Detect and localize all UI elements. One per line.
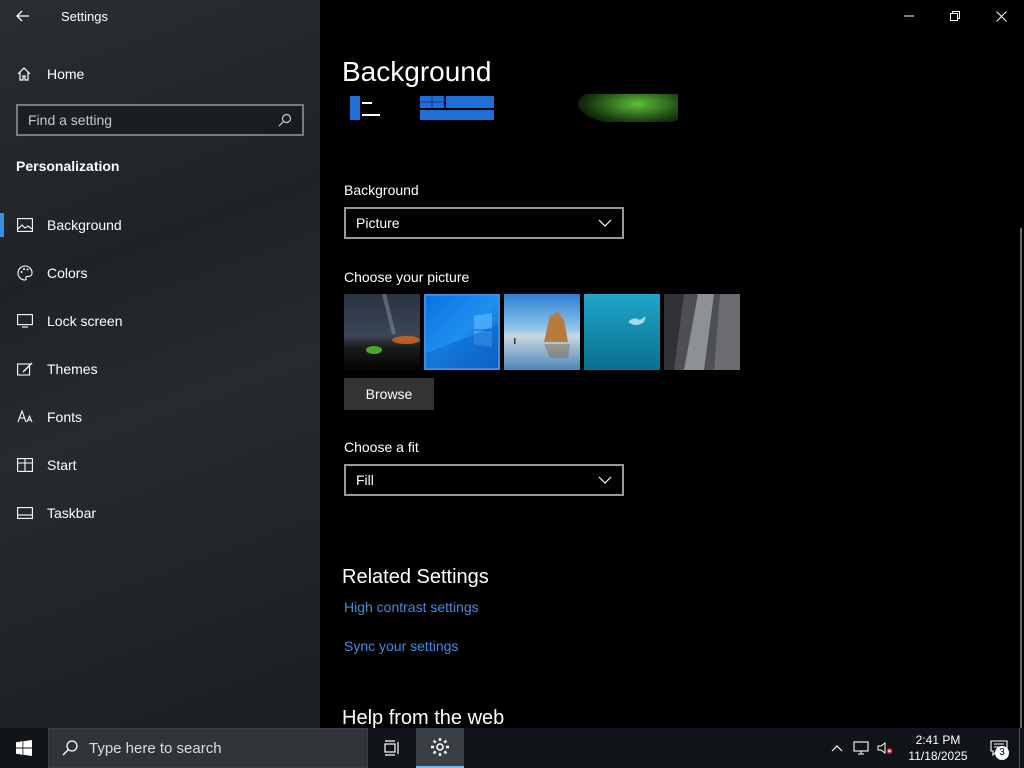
taskbar: Type here to search 2:41 PM 11/18/2025 3 [0, 728, 1024, 768]
thumbnail-rock-cliff[interactable] [664, 294, 740, 370]
minimize-button[interactable] [886, 0, 932, 32]
search-icon [62, 740, 78, 756]
window-controls [886, 0, 1024, 32]
home-nav-item[interactable]: Home [16, 60, 84, 88]
home-label: Home [47, 66, 85, 82]
home-icon [17, 67, 31, 81]
nav-item-start[interactable]: Start [0, 441, 320, 489]
palette-icon [17, 265, 33, 281]
task-view-icon [384, 740, 399, 756]
task-view-button[interactable] [368, 728, 416, 768]
fonts-icon [17, 409, 33, 425]
close-icon [995, 10, 1007, 22]
taskbar-search-box[interactable]: Type here to search [48, 728, 368, 768]
nav-label: Lock screen [47, 313, 123, 329]
background-label: Background [344, 182, 419, 198]
thumbnail-night-sky[interactable] [344, 294, 420, 370]
chevron-down-icon [598, 219, 612, 227]
notification-count-badge: 3 [995, 746, 1009, 760]
nav-label: Start [47, 457, 77, 473]
thumbnail-windows-blue[interactable] [424, 294, 500, 370]
nav-label: Background [47, 217, 122, 233]
nav-item-colors[interactable]: Colors [0, 249, 320, 297]
app-title: Settings [61, 8, 108, 24]
sync-settings-link[interactable]: Sync your settings [344, 638, 458, 654]
section-title: Personalization [16, 158, 120, 174]
network-button[interactable] [849, 728, 873, 768]
taskbar-icon [17, 505, 33, 521]
search-icon[interactable] [278, 113, 292, 127]
restore-icon [950, 11, 960, 21]
choose-picture-label: Choose your picture [344, 269, 470, 285]
thumbnail-beach-rocks[interactable] [504, 294, 580, 370]
themes-icon [17, 361, 33, 377]
system-tray: 2:41 PM 11/18/2025 3 [825, 728, 1024, 768]
background-dropdown[interactable]: Picture [344, 207, 624, 239]
nav-label: Taskbar [47, 505, 97, 521]
show-hidden-icons-button[interactable] [825, 728, 849, 768]
volume-muted-icon [877, 742, 893, 754]
nav-label: Themes [47, 361, 98, 377]
back-arrow-icon [16, 10, 29, 22]
help-from-web-title: Help from the web [342, 707, 505, 728]
minimize-icon [904, 15, 914, 17]
desktop-preview [348, 94, 678, 122]
taskbar-search-placeholder: Type here to search [89, 739, 222, 757]
windows-logo-icon [16, 740, 32, 756]
start-button[interactable] [0, 728, 48, 768]
nav-item-lock-screen[interactable]: Lock screen [0, 297, 320, 345]
title-bar: Settings [0, 0, 108, 32]
chevron-up-icon [831, 745, 843, 752]
fit-dropdown-value: Fill [356, 472, 374, 488]
nav-item-taskbar[interactable]: Taskbar [0, 489, 320, 537]
personalization-nav: Background Colors Lock screen Themes Fon… [0, 201, 320, 537]
action-center-button[interactable]: 3 [979, 728, 1019, 768]
nav-label: Fonts [47, 409, 83, 425]
choose-fit-label: Choose a fit [344, 439, 419, 455]
settings-taskbar-button[interactable] [416, 728, 464, 768]
fit-dropdown[interactable]: Fill [344, 464, 624, 496]
search-input[interactable] [28, 112, 278, 128]
thumbnail-underwater[interactable] [584, 294, 660, 370]
find-setting-search[interactable] [16, 104, 304, 136]
background-dropdown-value: Picture [356, 215, 400, 231]
clock-time: 2:41 PM [915, 733, 961, 747]
clock-date: 11/18/2025 [908, 749, 968, 763]
volume-button[interactable] [873, 728, 897, 768]
nav-label: Colors [47, 265, 88, 281]
network-icon [853, 741, 869, 755]
close-button[interactable] [978, 0, 1024, 32]
start-icon [17, 457, 33, 473]
main-content: Background Background Picture Choose you… [320, 0, 1024, 728]
page-title: Background [342, 56, 492, 87]
lock-screen-icon [17, 313, 33, 329]
back-button[interactable] [0, 0, 46, 32]
picture-thumbnails [344, 294, 740, 370]
sidebar: Settings Home Personalization Background… [0, 0, 320, 728]
related-settings-title: Related Settings [342, 566, 489, 588]
clock[interactable]: 2:41 PM 11/18/2025 [903, 732, 973, 764]
gear-icon [431, 738, 449, 756]
show-desktop-button[interactable] [1019, 728, 1024, 768]
picture-icon [17, 217, 33, 233]
nav-item-background[interactable]: Background [0, 201, 320, 249]
restore-button[interactable] [932, 0, 978, 32]
browse-button[interactable]: Browse [344, 378, 434, 410]
nav-item-themes[interactable]: Themes [0, 345, 320, 393]
nav-item-fonts[interactable]: Fonts [0, 393, 320, 441]
high-contrast-link[interactable]: High contrast settings [344, 599, 479, 615]
chevron-down-icon [598, 476, 612, 484]
scrollbar[interactable] [1020, 228, 1022, 728]
